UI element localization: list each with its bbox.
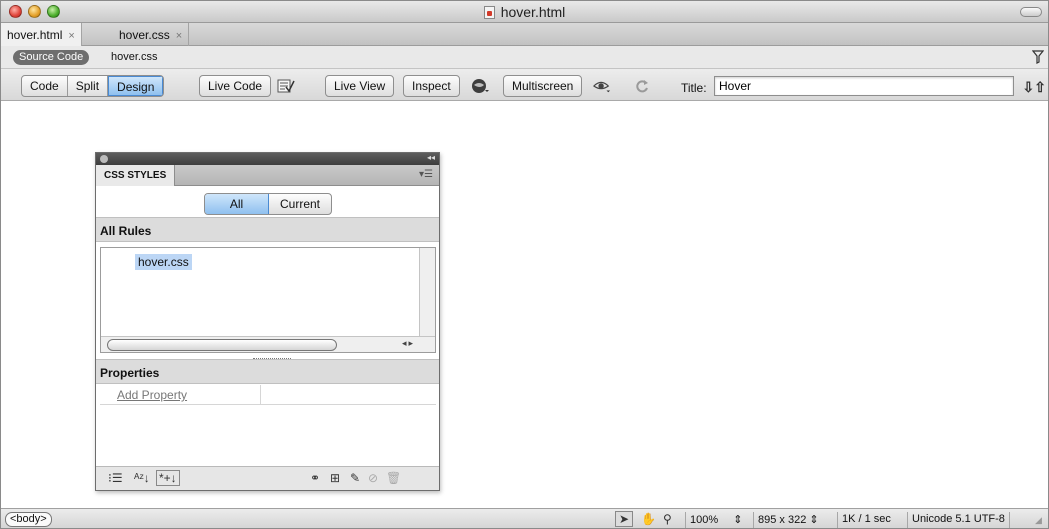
property-row: Add Property: [100, 385, 436, 405]
new-rule-icon[interactable]: ⊞: [330, 471, 340, 485]
code-view-button[interactable]: Code: [22, 76, 68, 96]
show-set-properties-icon[interactable]: *+↓: [156, 470, 180, 486]
tab-label: hover.html: [7, 28, 63, 42]
file-management-icon[interactable]: ⇩⇧: [1023, 79, 1046, 96]
zoom-value: 100%: [690, 514, 719, 526]
all-mode-button[interactable]: All: [205, 194, 269, 214]
scroll-arrows-icon[interactable]: ◂▸: [402, 338, 415, 349]
rules-horizontal-scrollbar[interactable]: ◂▸: [101, 336, 435, 352]
zoom-tool-icon[interactable]: ⚲: [663, 512, 672, 526]
panel-tab-bar: CSS STYLES ▾☰: [96, 165, 439, 186]
status-bar: <body> ➤ ✋ ⚲ 100% ⇕ 895 x 322 ⇕ 1K / 1 s…: [1, 508, 1048, 528]
download-size: 1K / 1 sec: [837, 512, 895, 528]
live-code-button[interactable]: Live Code: [199, 75, 272, 97]
tab-close-icon[interactable]: ×: [176, 30, 182, 42]
check-page-icon[interactable]: [277, 78, 295, 94]
panel-bottom-toolbar: ⁝☰ ᴬᶻ↓ *+↓ ⚭ ⊞ ✎ ⊘ 🗑: [96, 466, 439, 490]
tab-hover-css[interactable]: hover.css ×: [113, 23, 190, 46]
window-size-value: 895 x 322: [758, 514, 807, 526]
select-tool-icon[interactable]: ➤: [615, 511, 634, 527]
hand-tool-icon[interactable]: ✋: [641, 512, 656, 526]
inspect-button[interactable]: Inspect: [403, 75, 460, 97]
window-title-wrap: hover.html: [1, 4, 1048, 20]
window-title: hover.html: [500, 4, 566, 20]
tab-css-styles[interactable]: CSS STYLES: [96, 165, 176, 186]
scroll-thumb[interactable]: [107, 339, 337, 351]
tab-label: hover.css: [119, 28, 170, 42]
add-property-link[interactable]: Add Property: [117, 388, 187, 402]
disable-property-icon[interactable]: ⊘: [368, 471, 378, 485]
alphabetical-view-icon[interactable]: ᴬᶻ↓: [134, 471, 150, 485]
tab-hover-html[interactable]: hover.html ×: [1, 23, 82, 46]
source-code-button[interactable]: Source Code: [13, 50, 90, 65]
edit-rule-icon[interactable]: ✎: [350, 471, 360, 485]
resize-grip-icon[interactable]: ◢: [1035, 515, 1042, 526]
css-styles-panel: ◂◂ CSS STYLES ▾☰ All Current All Rules h…: [95, 152, 440, 491]
panel-options-menu-icon[interactable]: ▾☰: [419, 169, 433, 180]
html-document-icon: [483, 6, 495, 19]
panel-close-icon[interactable]: [100, 155, 108, 163]
live-view-button[interactable]: Live View: [325, 75, 395, 97]
preview-browser-icon[interactable]: [471, 78, 489, 94]
all-rules-heading: All Rules: [96, 217, 439, 242]
property-column-divider: [260, 385, 261, 405]
rule-item-hover-css[interactable]: hover.css: [135, 254, 192, 270]
tag-selector-body[interactable]: <body>: [5, 512, 52, 527]
split-view-button[interactable]: Split: [68, 76, 109, 96]
zoom-stepper-icon: ⇕: [733, 514, 743, 526]
delete-rule-icon[interactable]: 🗑: [386, 471, 401, 485]
multiscreen-button[interactable]: Multiscreen: [503, 75, 583, 97]
current-mode-button[interactable]: Current: [269, 194, 331, 214]
category-view-icon[interactable]: ⁝☰: [108, 471, 123, 485]
rules-vertical-scrollbar[interactable]: [419, 248, 435, 336]
filter-icon[interactable]: [1032, 50, 1044, 64]
panel-header[interactable]: ◂◂: [96, 153, 439, 165]
refresh-icon[interactable]: [633, 78, 651, 94]
title-label: Title:: [681, 81, 707, 95]
rules-list: hover.css ◂▸: [100, 247, 436, 353]
encoding: Unicode 5.1 UTF-8: [907, 512, 1010, 528]
dreamweaver-window: hover.html hover.html × hover.css × Source…: [0, 0, 1049, 529]
document-toolbar: Code Split Design Live Code Live View In…: [1, 69, 1048, 101]
window-size-select[interactable]: 895 x 322 ⇕: [753, 512, 823, 528]
panel-collapse-icon[interactable]: ◂◂: [427, 153, 435, 162]
tab-close-icon[interactable]: ×: [68, 30, 74, 42]
title-bar: hover.html: [1, 1, 1048, 23]
toolbar-toggle-button[interactable]: [1020, 7, 1042, 17]
document-title-input[interactable]: [714, 76, 1014, 96]
visual-aids-icon[interactable]: [593, 78, 611, 94]
view-switcher: Code Split Design: [21, 75, 165, 97]
document-tab-bar: hover.html × hover.css ×: [1, 23, 1048, 46]
rules-mode-toggle: All Current: [204, 193, 332, 215]
zoom-select[interactable]: 100% ⇕: [685, 512, 746, 528]
related-files-bar: Source Code hover.css: [1, 46, 1048, 69]
attach-stylesheet-icon[interactable]: ⚭: [310, 471, 320, 485]
related-file-hover-css[interactable]: hover.css: [111, 51, 157, 63]
design-view-button[interactable]: Design: [108, 76, 164, 96]
window-size-stepper-icon: ⇕: [809, 514, 819, 526]
properties-heading: Properties: [96, 359, 439, 384]
